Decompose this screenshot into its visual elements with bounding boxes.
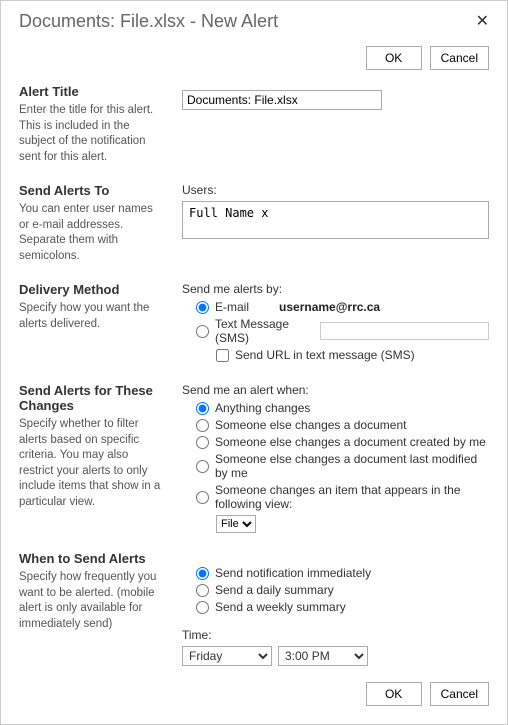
- delivery-sms-row: Text Message (SMS): [196, 317, 489, 345]
- changes-someone-modified-label: Someone else changes a document last mod…: [215, 452, 489, 480]
- sendby-label: Send me alerts by:: [182, 282, 489, 296]
- delivery-email-radio[interactable]: [196, 301, 209, 314]
- ok-button-bottom[interactable]: OK: [366, 682, 422, 706]
- changes-someone-doc-row: Someone else changes a document: [196, 418, 489, 432]
- changes-when-label: Send me an alert when:: [182, 383, 489, 397]
- time-label: Time:: [182, 628, 489, 642]
- bottom-button-row: OK Cancel: [366, 682, 489, 706]
- delivery-desc: Specify how you want the alerts delivere…: [19, 301, 164, 332]
- time-day-select[interactable]: Friday: [182, 646, 272, 666]
- when-immediate-row: Send notification immediately: [196, 566, 489, 580]
- title-bar: Documents: File.xlsx - New Alert ✕: [19, 11, 489, 32]
- delivery-email-row: E-mail username@rrc.ca: [196, 300, 489, 314]
- section-send-to: Send Alerts To You can enter user names …: [19, 183, 489, 264]
- delivery-sms-radio[interactable]: [196, 325, 209, 338]
- changes-someone-created-radio[interactable]: [196, 436, 209, 449]
- alert-title-heading: Alert Title: [19, 84, 164, 99]
- changes-someone-modified-row: Someone else changes a document last mod…: [196, 452, 489, 480]
- delivery-email-label: E-mail: [215, 300, 249, 314]
- delivery-sendurl-checkbox[interactable]: [216, 349, 229, 362]
- when-heading: When to Send Alerts: [19, 551, 164, 566]
- delivery-email-value: username@rrc.ca: [279, 300, 380, 314]
- changes-anything-row: Anything changes: [196, 401, 489, 415]
- when-daily-row: Send a daily summary: [196, 583, 489, 597]
- ok-button[interactable]: OK: [366, 46, 422, 70]
- changes-view-select[interactable]: File: [216, 515, 256, 533]
- changes-anything-radio[interactable]: [196, 402, 209, 415]
- send-to-desc: You can enter user names or e-mail addre…: [19, 202, 164, 264]
- alert-title-input[interactable]: [182, 90, 382, 110]
- section-when: When to Send Alerts Specify how frequent…: [19, 551, 489, 666]
- when-weekly-label: Send a weekly summary: [215, 600, 346, 614]
- when-immediate-label: Send notification immediately: [215, 566, 371, 580]
- section-delivery: Delivery Method Specify how you want the…: [19, 282, 489, 365]
- changes-someone-doc-radio[interactable]: [196, 419, 209, 432]
- changes-desc: Specify whether to filter alerts based o…: [19, 417, 164, 510]
- delivery-sms-input[interactable]: [320, 322, 489, 340]
- changes-view-radio[interactable]: [196, 491, 209, 504]
- top-button-row: OK Cancel: [19, 46, 489, 70]
- when-daily-label: Send a daily summary: [215, 583, 334, 597]
- users-input[interactable]: [182, 201, 489, 239]
- close-icon[interactable]: ✕: [476, 14, 489, 30]
- when-immediate-radio[interactable]: [196, 567, 209, 580]
- users-label: Users:: [182, 183, 489, 197]
- changes-heading: Send Alerts for These Changes: [19, 383, 164, 413]
- when-desc: Specify how frequently you want to be al…: [19, 570, 164, 632]
- delivery-sms-label: Text Message (SMS): [215, 317, 314, 345]
- section-alert-title: Alert Title Enter the title for this ale…: [19, 84, 489, 165]
- changes-view-label: Someone changes an item that appears in …: [215, 483, 489, 511]
- changes-someone-doc-label: Someone else changes a document: [215, 418, 406, 432]
- time-hour-select[interactable]: 3:00 PM: [278, 646, 368, 666]
- dialog-title: Documents: File.xlsx - New Alert: [19, 11, 278, 32]
- delivery-sendurl-label: Send URL in text message (SMS): [235, 348, 415, 362]
- cancel-button-bottom[interactable]: Cancel: [430, 682, 489, 706]
- section-changes: Send Alerts for These Changes Specify wh…: [19, 383, 489, 533]
- cancel-button[interactable]: Cancel: [430, 46, 489, 70]
- changes-someone-created-label: Someone else changes a document created …: [215, 435, 486, 449]
- when-weekly-radio[interactable]: [196, 601, 209, 614]
- delivery-heading: Delivery Method: [19, 282, 164, 297]
- changes-view-row: Someone changes an item that appears in …: [196, 483, 489, 511]
- send-to-heading: Send Alerts To: [19, 183, 164, 198]
- when-daily-radio[interactable]: [196, 584, 209, 597]
- alert-title-desc: Enter the title for this alert. This is …: [19, 103, 164, 165]
- changes-someone-modified-radio[interactable]: [196, 460, 209, 473]
- changes-anything-label: Anything changes: [215, 401, 310, 415]
- new-alert-dialog: Documents: File.xlsx - New Alert ✕ OK Ca…: [0, 0, 508, 725]
- delivery-sendurl-row: Send URL in text message (SMS): [216, 348, 489, 362]
- when-weekly-row: Send a weekly summary: [196, 600, 489, 614]
- changes-someone-created-row: Someone else changes a document created …: [196, 435, 489, 449]
